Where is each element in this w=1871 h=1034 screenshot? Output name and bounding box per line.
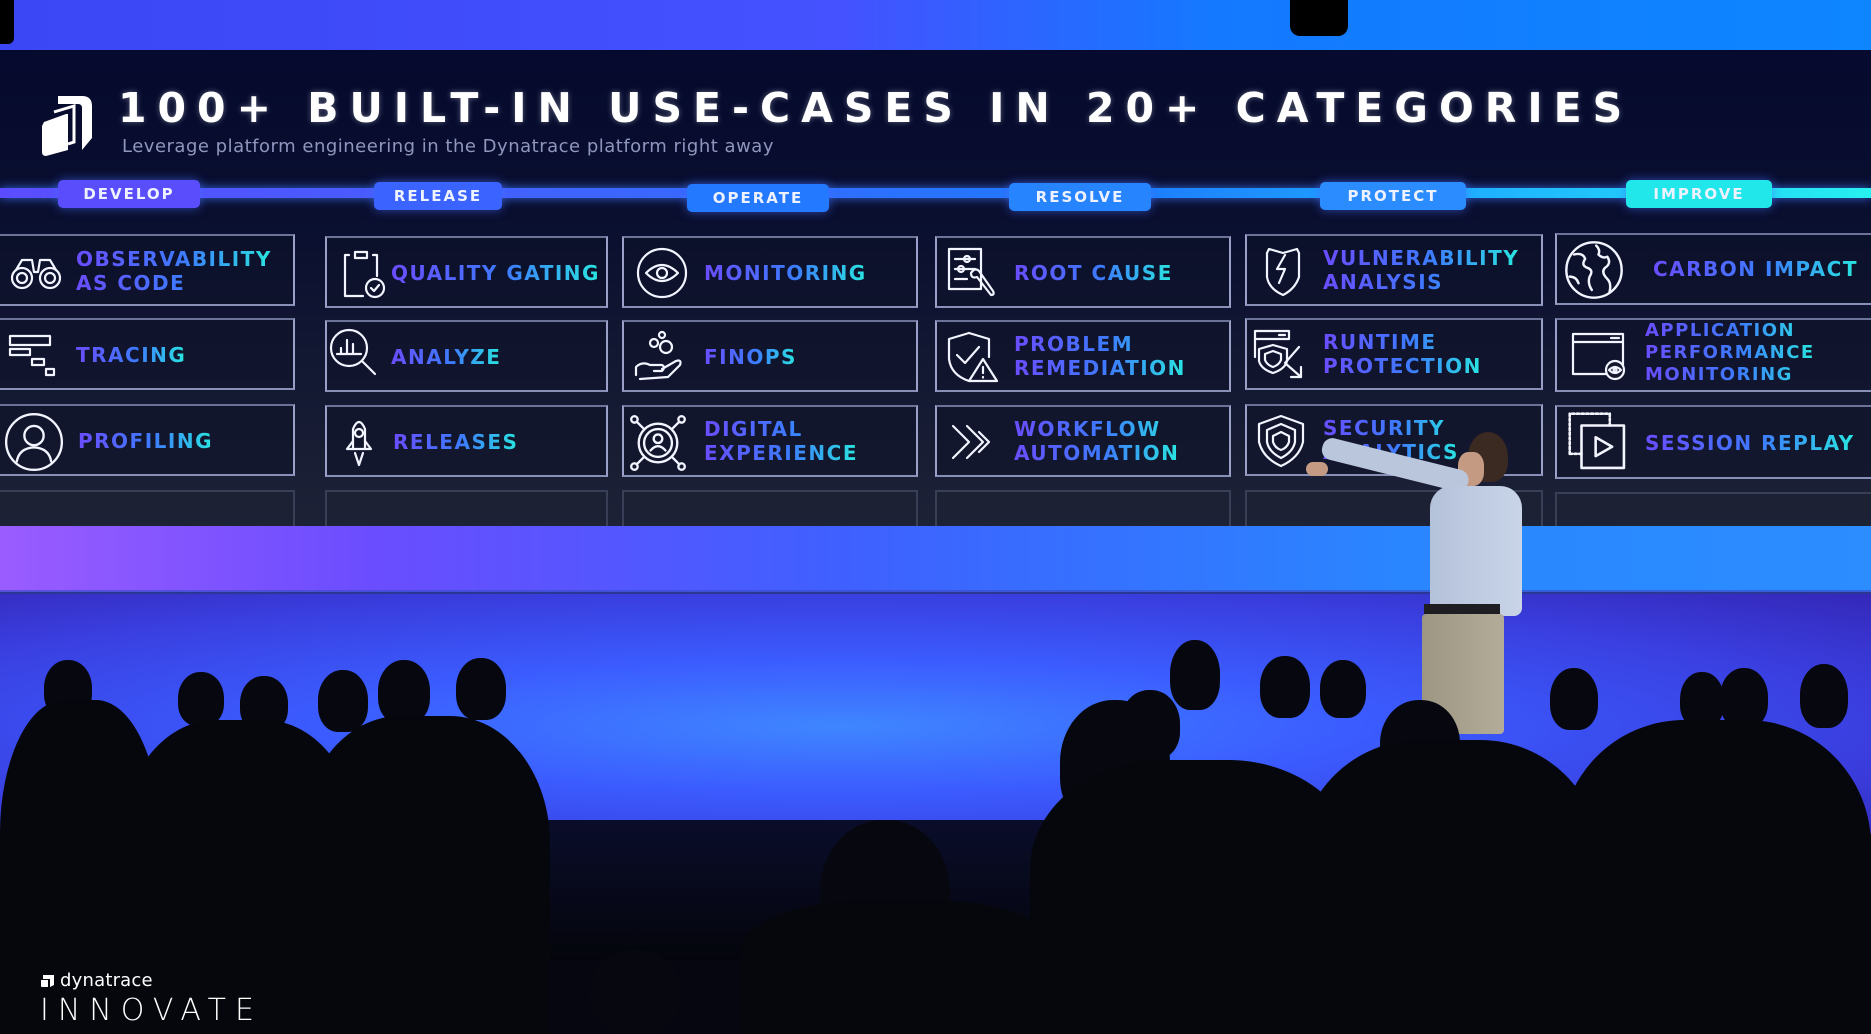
category-timeline: [0, 188, 1871, 198]
presenter-hand: [1306, 462, 1328, 476]
top-led-strip: [0, 0, 1871, 54]
clipboard-check-icon: [335, 246, 391, 302]
use-case-card-placeholder: [1555, 492, 1871, 530]
use-case-label: OBSERVABILITY AS CODE: [76, 247, 272, 295]
use-case-card: RUNTIME PROTECTION: [1245, 318, 1543, 390]
use-case-card: ANALYZE: [325, 320, 608, 392]
trace-waterfall-icon: [8, 328, 64, 384]
magnifier-chart-icon: [327, 326, 383, 382]
use-case-card: RELEASES: [325, 405, 608, 477]
use-case-label: VULNERABILITY ANALYSIS: [1323, 246, 1520, 294]
use-case-label: DIGITAL EXPERIENCE: [704, 417, 858, 465]
use-case-label: WORKFLOW AUTOMATION: [1014, 417, 1180, 465]
badge-resolve: RESOLVE: [1009, 183, 1151, 211]
use-case-label: ANALYZE: [391, 345, 502, 369]
presenter-shirt: [1430, 486, 1522, 616]
dynatrace-logo-icon: [42, 96, 92, 156]
play-window-icon: [1565, 409, 1631, 475]
use-case-card: APPLICATION PERFORMANCE MONITORING: [1555, 318, 1871, 392]
use-case-card: DIGITAL EXPERIENCE: [622, 405, 918, 477]
use-case-label: MONITORING: [704, 261, 867, 285]
use-case-card: OBSERVABILITY AS CODE: [0, 234, 295, 306]
lower-led-band: [0, 526, 1871, 592]
use-case-card: QUALITY GATING: [325, 236, 608, 308]
use-case-card: TRACING: [0, 318, 295, 390]
chevrons-icon: [945, 414, 1001, 470]
presenter-belt: [1424, 604, 1500, 614]
use-case-label: RELEASES: [393, 430, 519, 454]
use-case-label: PROBLEM REMEDIATION: [1014, 332, 1186, 380]
use-case-card-placeholder: [622, 490, 918, 530]
slide-subtitle: Leverage platform engineering in the Dyn…: [122, 136, 774, 157]
slide-title: 100+ BUILT-IN USE-CASES IN 20+ CATEGORIE…: [118, 84, 1634, 132]
use-case-card: VULNERABILITY ANALYSIS: [1245, 234, 1543, 306]
binoculars-icon: [8, 244, 64, 300]
browser-eye-icon: [1571, 330, 1627, 386]
user-profile-icon: [4, 412, 64, 472]
use-case-card: PROBLEM REMEDIATION: [935, 320, 1231, 392]
use-case-card: WORKFLOW AUTOMATION: [935, 405, 1231, 477]
use-case-card-placeholder: [325, 490, 608, 530]
use-case-label: RUNTIME PROTECTION: [1323, 330, 1482, 378]
window-shield-icon: [1251, 327, 1307, 383]
rocket-icon: [331, 413, 387, 469]
dynatrace-small-logo-icon: [41, 974, 54, 987]
badge-release: RELEASE: [374, 182, 502, 210]
use-case-card-placeholder: [935, 490, 1231, 530]
use-case-label: ROOT CAUSE: [1014, 261, 1173, 285]
badge-protect: PROTECT: [1320, 182, 1466, 210]
double-shield-icon: [1253, 412, 1309, 468]
badge-develop: DEVELOP: [58, 180, 200, 208]
broken-shield-icon: [1255, 243, 1311, 299]
use-case-label: CARBON IMPACT: [1653, 257, 1858, 281]
event-branding: dynatrace INNOVATE: [40, 970, 263, 1028]
use-case-label: APPLICATION PERFORMANCE MONITORING: [1645, 320, 1815, 385]
rigging-light: [1290, 0, 1348, 36]
use-case-label: FINOPS: [704, 345, 797, 369]
use-case-label: SESSION REPLAY: [1645, 431, 1855, 455]
rigging-left: [0, 0, 14, 44]
company-name: dynatrace: [60, 970, 153, 991]
badge-operate: OPERATE: [687, 184, 829, 212]
use-case-card: MONITORING: [622, 236, 918, 308]
use-case-card: SESSION REPLAY: [1555, 405, 1871, 479]
hand-coins-icon: [632, 329, 688, 385]
shield-warning-icon: [945, 329, 1001, 385]
event-name: INNOVATE: [40, 993, 263, 1028]
use-case-label: TRACING: [76, 343, 187, 367]
use-case-label: PROFILING: [78, 429, 214, 453]
globe-icon: [1563, 239, 1625, 301]
use-case-card-placeholder: [0, 490, 295, 530]
user-network-icon: [628, 413, 688, 473]
use-case-label: QUALITY GATING: [391, 261, 600, 285]
use-case-card: ROOT CAUSE: [935, 236, 1231, 308]
use-case-card: CARBON IMPACT: [1555, 233, 1871, 305]
eye-icon: [634, 245, 690, 301]
use-case-card: FINOPS: [622, 320, 918, 392]
badge-improve: IMPROVE: [1626, 180, 1772, 208]
document-wrench-icon: [945, 245, 1001, 301]
dynatrace-wordmark: dynatrace: [40, 970, 263, 991]
use-case-card: PROFILING: [0, 404, 295, 476]
